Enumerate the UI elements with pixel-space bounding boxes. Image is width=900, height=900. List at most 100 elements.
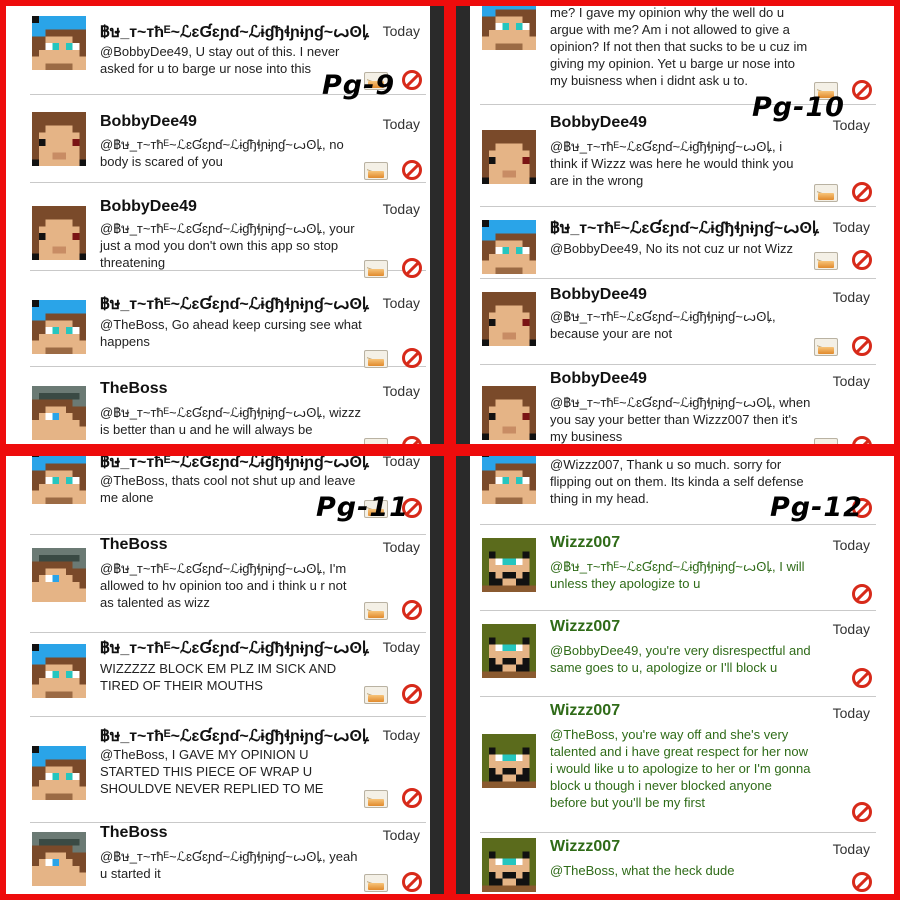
list-item[interactable]: Wizzz007 Today @BobbyDee49, you're very … — [480, 612, 876, 697]
avatar[interactable] — [482, 6, 536, 50]
list-item[interactable]: Wizzz007 Today @TheBoss, you're way off … — [480, 698, 876, 833]
username[interactable]: BobbyDee49 — [100, 198, 197, 216]
avatar-pixel — [482, 477, 489, 484]
username[interactable]: BobbyDee49 — [550, 370, 647, 388]
block-icon[interactable] — [402, 788, 422, 808]
reply-mail-icon[interactable] — [814, 184, 838, 202]
avatar[interactable] — [32, 300, 86, 354]
username[interactable]: Wizzz007 — [550, 534, 620, 552]
block-icon[interactable] — [402, 258, 422, 278]
list-item[interactable]: ฿ษ_т~тħᴱ~ℒɛƓɛɲɗ~ℒɨɠђɬɲɨɲɠ~ꙍʘꝲ Today @The… — [30, 276, 426, 368]
username[interactable]: TheBoss — [100, 536, 168, 554]
block-icon[interactable] — [402, 70, 422, 90]
block-icon[interactable] — [402, 684, 422, 704]
username[interactable]: Wizzz007 — [550, 838, 620, 856]
list-item[interactable]: TheBoss Today @฿ษ_т~тħᴱ~ℒɛƓɛɲɗ~ℒɨɠђɬɲɨɲɠ… — [30, 536, 426, 633]
list-item[interactable]: ฿ษ_т~тħᴱ~ℒɛƓɛɲɗ~ℒɨɠђɬɲɨɲɠ~ꙍʘꝲ Today WIZZ… — [30, 634, 426, 717]
block-icon[interactable] — [852, 182, 872, 202]
avatar-pixel — [38, 759, 46, 767]
reply-mail-icon[interactable] — [364, 162, 388, 180]
avatar[interactable] — [482, 624, 536, 678]
avatar[interactable] — [32, 112, 86, 166]
username[interactable]: ฿ษ_т~тħᴱ~ℒɛƓɛɲɗ~ℒɨɠђɬɲɨɲɠ~ꙍʘꝲ — [100, 20, 369, 45]
username[interactable]: TheBoss — [100, 824, 168, 842]
list-item[interactable]: TheBoss Today @฿ษ_т~тħᴱ~ℒɛƓɛɲɗ~ℒɨɠђɬɲɨɲɠ… — [30, 822, 426, 894]
avatar[interactable] — [32, 832, 86, 886]
username[interactable]: BobbyDee49 — [100, 113, 197, 131]
username[interactable]: ฿ษ_т~тħᴱ~ℒɛƓɛɲɗ~ℒɨɠђɬɲɨɲɠ~ꙍʘꝲ — [100, 292, 369, 317]
avatar[interactable] — [482, 456, 536, 504]
avatar[interactable] — [32, 386, 86, 440]
avatar[interactable] — [32, 746, 86, 800]
avatar-pixel — [45, 746, 53, 753]
block-icon[interactable] — [402, 348, 422, 368]
avatar[interactable] — [482, 130, 536, 184]
avatar-pixel — [482, 325, 489, 333]
block-icon[interactable] — [852, 436, 872, 444]
avatar[interactable] — [482, 538, 536, 592]
block-icon[interactable] — [852, 802, 872, 822]
avatar-pixel — [59, 575, 66, 582]
avatar[interactable] — [482, 838, 536, 892]
avatar[interactable] — [32, 206, 86, 260]
username[interactable]: ฿ษ_т~тħᴱ~ℒɛƓɛɲɗ~ℒɨɠђɬɲɨɲɠ~ꙍʘꝲ — [550, 216, 819, 241]
list-item[interactable]: ฿ษ_т~тħᴱ~ℒɛƓɛɲɗ~ℒɨɠђɬɲɨɲɠ~ꙍʘꝲ Today @Bob… — [480, 208, 876, 279]
avatar-pixel — [79, 644, 86, 651]
avatar-pixel — [502, 260, 509, 268]
avatar-pixel — [52, 36, 59, 43]
username[interactable]: Wizzz007 — [550, 702, 620, 720]
avatar[interactable] — [32, 16, 86, 70]
block-icon[interactable] — [852, 872, 872, 892]
reply-mail-icon[interactable] — [364, 350, 388, 368]
block-icon[interactable] — [852, 584, 872, 604]
avatar-pixel — [529, 226, 536, 234]
avatar-pixel — [59, 16, 66, 23]
avatar[interactable] — [32, 456, 86, 504]
block-icon[interactable] — [852, 336, 872, 356]
avatar-pixel — [38, 664, 46, 671]
avatar-pixel — [59, 63, 66, 70]
avatar-pixel — [72, 306, 80, 314]
avatar[interactable] — [482, 386, 536, 440]
avatar-pixel — [515, 571, 523, 579]
reply-mail-icon[interactable] — [364, 790, 388, 808]
avatar[interactable] — [482, 292, 536, 346]
avatar[interactable] — [482, 734, 536, 788]
block-icon[interactable] — [402, 160, 422, 180]
username[interactable]: Wizzz007 — [550, 618, 620, 636]
list-item[interactable]: BobbyDee49 Today @฿ษ_т~тħᴱ~ℒɛƓɛɲɗ~ℒɨɠђɬɲ… — [30, 98, 426, 183]
reply-mail-icon[interactable] — [364, 686, 388, 704]
list-item[interactable]: Wizzz007 Today @฿ษ_т~тħᴱ~ℒɛƓɛɲɗ~ℒɨɠђɬɲɨɲ… — [480, 526, 876, 611]
username[interactable]: BobbyDee49 — [550, 114, 647, 132]
username[interactable]: BobbyDee49 — [550, 286, 647, 304]
block-icon[interactable] — [402, 872, 422, 892]
reply-mail-icon[interactable] — [814, 438, 838, 444]
list-item[interactable]: Wizzz007 Today @TheBoss, what the heck d… — [480, 832, 876, 894]
reply-mail-icon[interactable] — [364, 874, 388, 892]
reply-mail-icon[interactable] — [364, 438, 388, 444]
block-icon[interactable] — [852, 668, 872, 688]
block-icon[interactable] — [852, 250, 872, 270]
avatar-pixel — [522, 456, 530, 464]
list-item[interactable]: BobbyDee49 Today @฿ษ_т~тħᴱ~ℒɛƓɛɲɗ~ℒɨɠђɬɲ… — [480, 366, 876, 444]
block-icon[interactable] — [402, 436, 422, 444]
avatar-pixel — [59, 554, 66, 562]
reply-mail-icon[interactable] — [364, 602, 388, 620]
block-icon[interactable] — [852, 80, 872, 100]
reply-mail-icon[interactable] — [814, 338, 838, 356]
avatar-pixel — [45, 483, 53, 491]
avatar[interactable] — [482, 220, 536, 274]
list-item[interactable]: TheBoss Today @฿ษ_т~тħᴱ~ℒɛƓɛɲɗ~ℒɨɠђɬɲɨɲɠ… — [30, 368, 426, 444]
list-item[interactable]: BobbyDee49 Today @฿ษ_т~тħᴱ~ℒɛƓɛɲɗ~ℒɨɠђɬɲ… — [30, 184, 426, 278]
username[interactable]: TheBoss — [100, 380, 168, 398]
reply-mail-icon[interactable] — [814, 252, 838, 270]
avatar-pixel — [52, 399, 59, 407]
avatar[interactable] — [32, 644, 86, 698]
block-icon[interactable] — [402, 600, 422, 620]
username[interactable]: ฿ษ_т~тħᴱ~ℒɛƓɛɲɗ~ℒɨɠђɬɲɨɲɠ~ꙍʘꝲ — [100, 636, 369, 661]
list-item[interactable]: ฿ษ_т~тħᴱ~ℒɛƓɛɲɗ~ℒɨɠђɬɲɨɲɠ~ꙍʘꝲ Today @The… — [30, 718, 426, 823]
avatar[interactable] — [32, 548, 86, 602]
list-item[interactable]: BobbyDee49 Today @฿ษ_т~тħᴱ~ℒɛƓɛɲɗ~ℒɨɠђɬɲ… — [480, 280, 876, 365]
avatar-pixel — [45, 333, 53, 341]
list-item[interactable]: me? I gave my opinion why the well do u … — [480, 6, 876, 105]
